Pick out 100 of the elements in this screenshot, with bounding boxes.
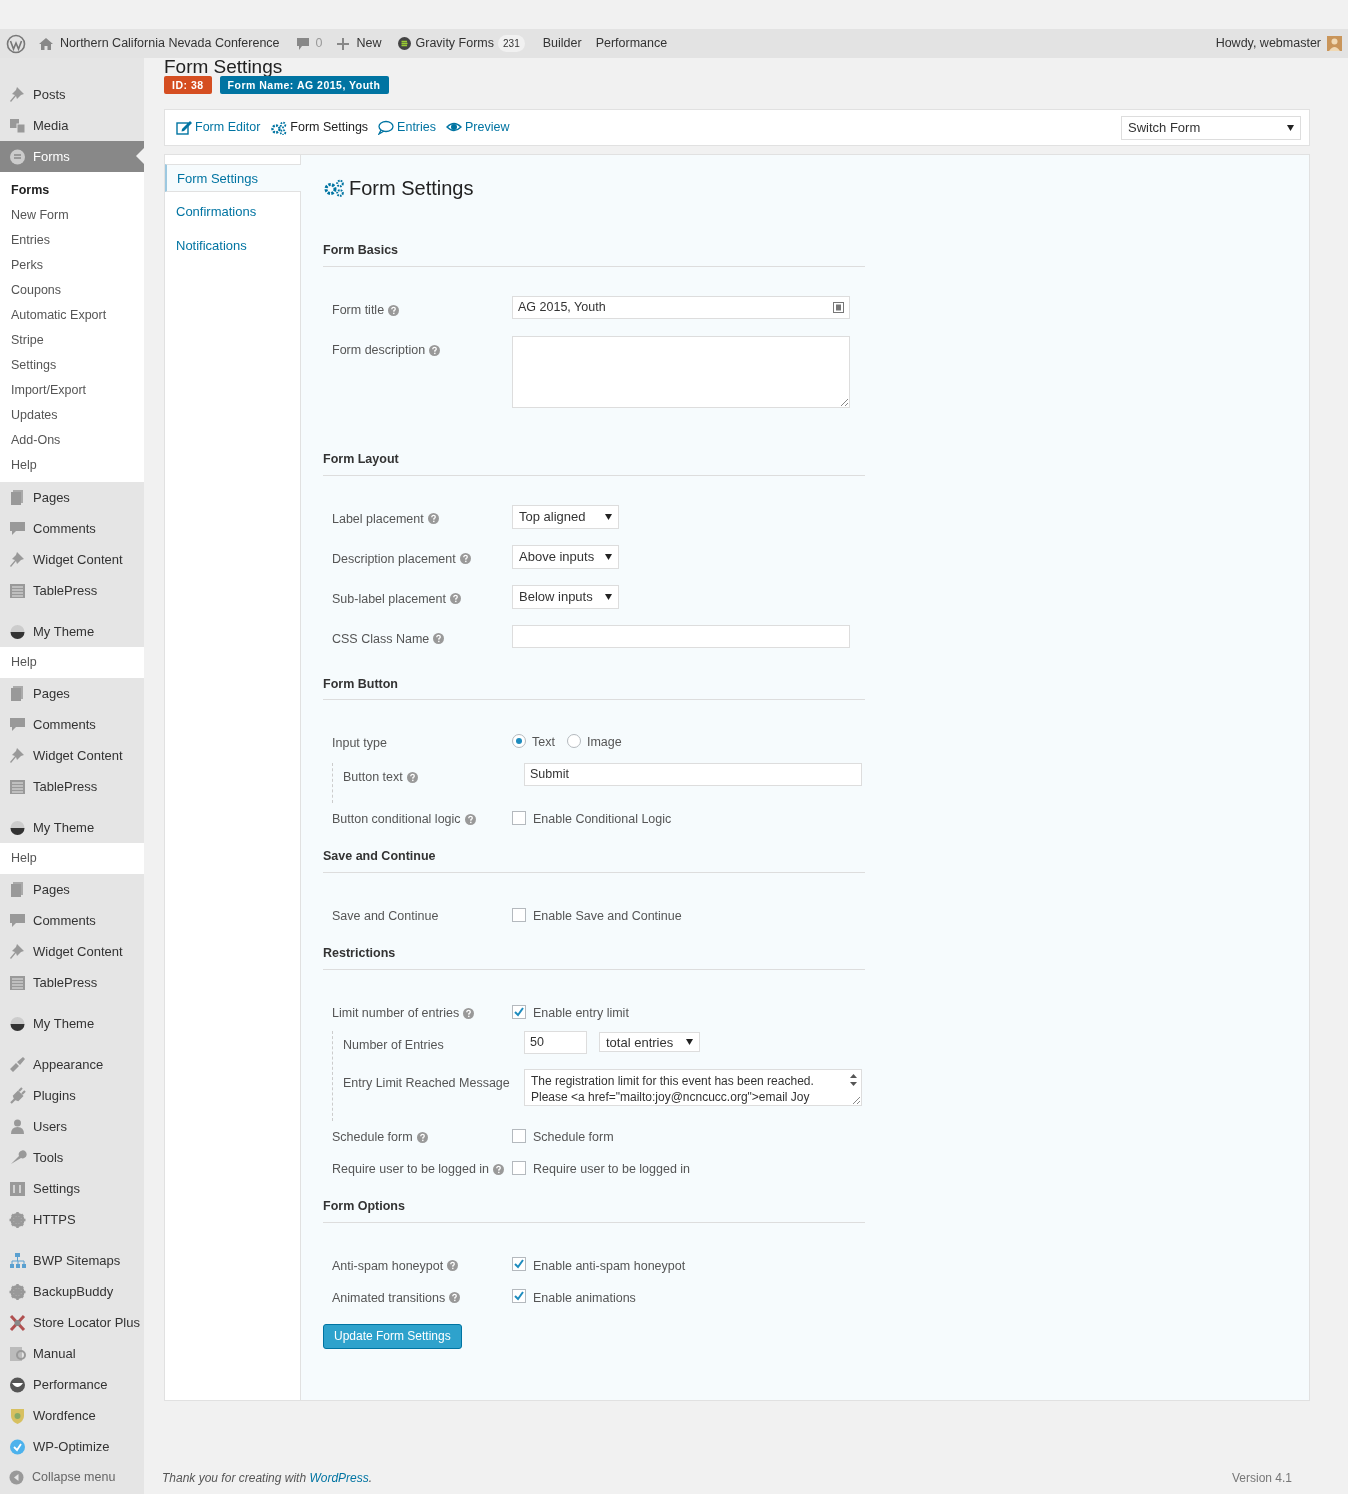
checkbox[interactable] [512,1257,526,1272]
site-link[interactable]: Northern California Nevada Conference [60,34,280,53]
dropdown-select[interactable]: Below inputs [512,584,619,609]
dropdown-select[interactable]: Above inputs [512,544,619,569]
settings-tab[interactable]: Notifications [165,232,300,260]
plus-icon[interactable] [336,37,349,50]
submenu-link[interactable]: Help [11,849,37,868]
sidebar-menu-item[interactable]: TablePress [0,967,144,998]
sidebar-menu-item[interactable]: Posts [0,79,144,110]
sidebar-menu-item[interactable]: Wordfence [0,1400,144,1431]
sidebar-menu-item[interactable]: Users [0,1111,144,1142]
sidebar-menu-item[interactable]: Widget Content [0,544,144,575]
gravity-forms-link[interactable]: Gravity Forms [415,34,494,53]
home-icon[interactable] [38,36,54,51]
submenu-link[interactable]: Add-Ons [0,428,144,453]
checkbox[interactable] [512,1128,526,1143]
sidebar-menu-item[interactable]: HTTPS [0,1204,144,1235]
wordpress-link[interactable]: WordPress [309,1471,369,1485]
submenu-link[interactable]: Automatic Export [0,303,144,328]
submenu-link[interactable]: Settings [0,353,144,378]
dropdown-select[interactable]: Top aligned [512,504,619,529]
sidebar-menu-item[interactable]: Pages [0,482,144,513]
textarea-field[interactable] [512,335,850,408]
sidebar-menu-item[interactable]: BackupBuddy [0,1276,144,1307]
text-input[interactable]: AG 2015, Youth [512,295,850,319]
sidebar-menu-item[interactable]: Widget Content [0,740,144,771]
submenu-link[interactable]: Perks [0,253,144,278]
sidebar-menu-item[interactable]: Forms [0,141,144,172]
toolbar-link[interactable]: Entries [378,118,436,137]
sidebar-menu-item[interactable]: Plugins [0,1080,144,1111]
option-label: Enable animations [533,1289,636,1307]
toolbar-link[interactable]: Preview [446,118,510,137]
admin-bar-link[interactable]: Performance [595,34,668,53]
check-icon [513,1005,525,1018]
table-icon [8,777,27,796]
comment-icon[interactable] [295,36,310,51]
plug-icon [8,1086,27,1105]
sidebar-menu-item[interactable]: TablePress [0,575,144,606]
gravity-forms-icon[interactable] [397,37,411,50]
merge-tag-icon[interactable] [833,301,844,313]
admin-bar-link[interactable]: Builder [542,34,582,53]
sidebar-menu-item[interactable]: Widget Content [0,936,144,967]
sidebar-menu-item[interactable]: My Theme [0,616,144,647]
submenu-link[interactable]: Forms [0,178,144,203]
checkbox[interactable] [512,1160,526,1175]
sidebar-menu-item[interactable]: BWP Sitemaps [0,1245,144,1276]
sidebar-menu-item[interactable]: Pages [0,874,144,905]
greeting-link[interactable]: Howdy, webmaster [1215,34,1321,53]
sidebar-menu-item[interactable]: TablePress [0,771,144,802]
radio-button[interactable] [566,734,581,749]
manual-icon [8,1344,27,1363]
toolbar-link[interactable]: Form Settings [270,118,369,137]
new-link[interactable]: New [356,34,382,53]
sidebar-menu-item[interactable]: My Theme [0,1008,144,1039]
submenu-link[interactable]: New Form [0,203,144,228]
shield-icon [8,1406,27,1425]
dropdown-select[interactable]: total entries [599,1032,700,1053]
settings-tab[interactable]: Confirmations [165,198,300,226]
sidebar-menu-item[interactable]: My Theme [0,812,144,843]
text-input[interactable]: Submit [524,763,862,787]
pin-icon [8,85,27,104]
sidebar-menu-item[interactable]: Pages [0,678,144,709]
sidebar-menu-item[interactable]: Media [0,110,144,141]
checkbox[interactable] [512,811,526,826]
sidebar-menu-item[interactable]: Comments [0,513,144,544]
submenu-link[interactable]: Help [0,453,144,478]
sidebar-menu-item[interactable]: WP-Optimize [0,1431,144,1462]
text-input[interactable] [512,624,850,648]
collapse-icon[interactable] [9,1470,24,1485]
sidebar-menu-item[interactable]: Comments [0,905,144,936]
field-label: Entry Limit Reached Message [343,1074,510,1092]
sidebar-menu-item[interactable]: Settings [0,1173,144,1204]
submenu-link[interactable]: Import/Export [0,378,144,403]
avatar-icon[interactable] [1327,36,1342,51]
submenu-link[interactable]: Coupons [0,278,144,303]
collapse-menu-link[interactable]: Collapse menu [32,1468,116,1487]
sidebar-menu-item[interactable]: Performance [0,1369,144,1400]
bowl-icon [8,1014,27,1033]
wordpress-logo-icon[interactable] [6,33,26,54]
sidebar-menu-item[interactable]: Comments [0,709,144,740]
submenu-link[interactable]: Stripe [0,328,144,353]
switch-form-select[interactable]: Switch Form [1121,115,1301,140]
radio-button[interactable] [512,734,526,749]
field-label: Save and Continue [332,908,439,925]
sidebar-menu-item[interactable]: Appearance [0,1049,144,1080]
checkbox[interactable] [512,1004,526,1019]
sidebar-menu-item[interactable]: Manual [0,1338,144,1369]
toolbar-link[interactable]: Form Editor [176,118,261,137]
section-title: Restrictions [323,945,397,962]
section-title: Form Button [323,675,399,693]
checkbox[interactable] [512,907,526,922]
submenu-link[interactable]: Entries [0,228,144,253]
checkbox[interactable] [512,1289,526,1304]
sidebar-menu-item[interactable]: Store Locator Plus [0,1307,144,1338]
settings-tab[interactable]: Form Settings [165,164,301,192]
number-input[interactable]: 50 [524,1030,587,1054]
sidebar-menu-item[interactable]: Tools [0,1142,144,1173]
message-textarea[interactable]: The registration limit for this event has been reached. Please <a href="mailto:joy@ncncucc.org">email Joy [524,1068,862,1106]
submenu-link[interactable]: Help [11,653,37,672]
submenu-link[interactable]: Updates [0,403,144,428]
